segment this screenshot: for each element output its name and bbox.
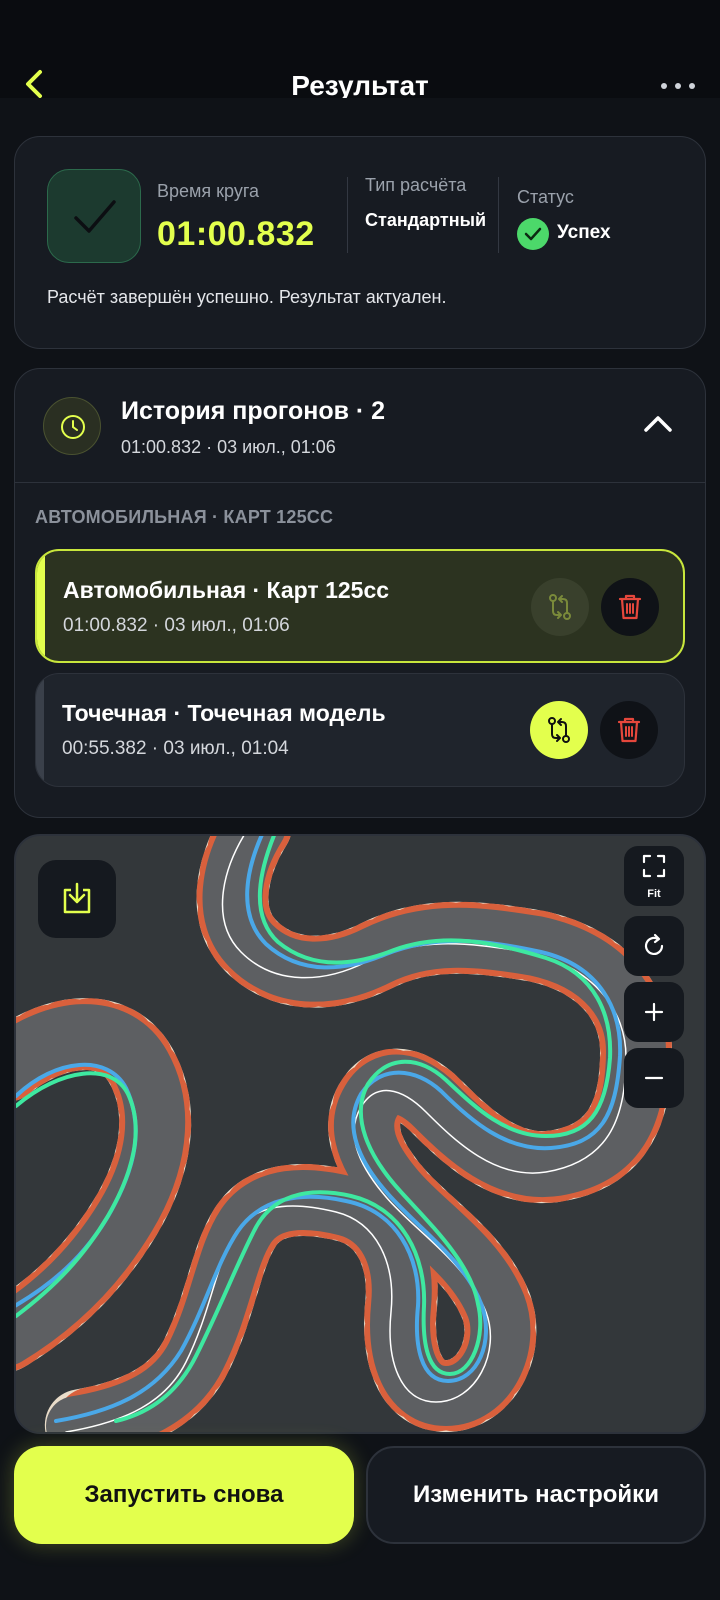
page-title: Результат <box>291 70 429 98</box>
run-subtitle: 00:55.382 · 03 июл., 01:04 <box>62 738 289 759</box>
compare-button[interactable] <box>531 578 589 636</box>
fit-label: Fit <box>647 888 661 900</box>
zoom-out-button[interactable] <box>624 1048 684 1108</box>
divider <box>347 177 348 253</box>
compare-icon <box>548 717 570 743</box>
rotate-icon <box>644 933 664 955</box>
change-settings-button[interactable]: Изменить настройки <box>366 1446 706 1544</box>
history-title: История прогонов · 2 <box>121 397 386 425</box>
status-value: Успех <box>557 222 611 243</box>
run-accent-bar <box>36 674 44 786</box>
history-subtitle: 01:00.832 · 03 июл., 01:06 <box>121 437 336 457</box>
run-history-card: История прогонов · 2 01:00.832 · 03 июл.… <box>14 368 706 818</box>
app-header: Результат <box>0 0 720 98</box>
run-title: Точечная · Точечная модель <box>62 700 386 726</box>
calc-type-value: Стандартный <box>365 210 487 230</box>
download-icon <box>63 882 91 914</box>
fit-screen-icon <box>642 854 666 878</box>
run-subtitle: 01:00.832 · 03 июл., 01:06 <box>63 615 290 636</box>
trash-icon <box>617 717 641 743</box>
run-title: Автомобильная · Карт 125cc <box>63 577 390 603</box>
delete-button[interactable] <box>600 701 658 759</box>
reset-rotation-button[interactable] <box>624 916 684 976</box>
minus-icon <box>644 1076 664 1080</box>
checkmark-icon <box>74 200 116 233</box>
track-map-canvas[interactable] <box>16 836 706 1434</box>
divider <box>498 177 499 253</box>
fit-button[interactable]: Fit <box>624 846 684 906</box>
more-options-icon[interactable] <box>658 80 698 92</box>
status-label: Статус <box>517 187 574 207</box>
delete-button[interactable] <box>601 578 659 636</box>
run-item[interactable]: Точечная · Точечная модель 00:55.382 · 0… <box>35 673 685 787</box>
lap-time-label: Время круга <box>157 181 260 201</box>
status-success-icon <box>517 218 549 250</box>
compare-icon <box>549 594 571 620</box>
lap-time-value: 01:00.832 <box>157 215 315 253</box>
zoom-in-button[interactable] <box>624 982 684 1042</box>
run-accent-bar <box>37 551 45 661</box>
trash-icon <box>618 594 642 620</box>
result-summary-card: Время круга 01:00.832 Тип расчёта Станда… <box>14 136 706 349</box>
result-message: Расчёт завершён успешно. Результат актуа… <box>47 287 447 307</box>
restart-button[interactable]: Запустить снова <box>14 1446 354 1544</box>
group-label: АВТОМОБИЛЬНАЯ · КАРТ 125CC <box>35 507 334 527</box>
clock-icon <box>43 397 101 455</box>
track-map[interactable]: Fit <box>14 834 706 1434</box>
calc-type-label: Тип расчёта <box>365 175 467 195</box>
run-item-active[interactable]: Автомобильная · Карт 125cc 01:00.832 · 0… <box>35 549 685 663</box>
download-button[interactable] <box>38 860 116 938</box>
plus-icon <box>644 1002 664 1022</box>
success-tile <box>47 169 141 263</box>
chevron-up-icon[interactable] <box>643 413 673 433</box>
divider <box>15 482 705 483</box>
bottom-action-bar: Запустить снова Изменить настройки <box>0 1434 720 1600</box>
compare-button[interactable] <box>530 701 588 759</box>
